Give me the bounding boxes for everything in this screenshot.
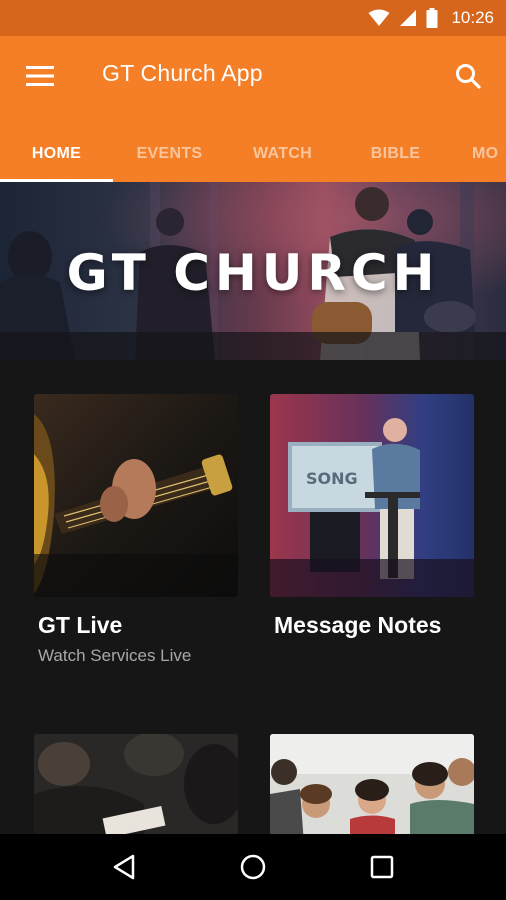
card-message-notes[interactable]: SONG Message Notes: [270, 394, 480, 694]
search-icon: [456, 64, 481, 89]
tab-bible[interactable]: BIBLE: [339, 126, 452, 182]
tab-home[interactable]: HOME: [0, 126, 113, 182]
card-image: [34, 394, 238, 597]
hero-banner[interactable]: GT CHURCH: [0, 182, 506, 360]
card-image: [270, 734, 474, 834]
back-icon: [114, 854, 135, 880]
guitar-photo: [34, 394, 238, 597]
cellular-icon: [400, 10, 417, 26]
congregation-notes-photo: [34, 734, 238, 834]
tab-more[interactable]: MO: [472, 126, 506, 182]
card-image: SONG: [270, 394, 474, 597]
back-button[interactable]: [94, 837, 154, 897]
card-image: [34, 734, 238, 834]
recents-button[interactable]: [352, 837, 412, 897]
card-small-group[interactable]: [270, 734, 480, 834]
search-button[interactable]: [448, 56, 488, 96]
status-bar: 10:26: [0, 0, 506, 36]
wifi-icon: [368, 9, 390, 26]
hero-title: GT CHURCH: [66, 244, 440, 302]
card-gt-live[interactable]: GT Live Watch Services Live: [34, 394, 244, 694]
hamburger-menu-icon: [26, 66, 54, 86]
home-icon: [240, 854, 266, 880]
card-subtitle: Watch Services Live: [38, 646, 192, 665]
svg-text:SONG: SONG: [306, 469, 358, 488]
card-title: Message Notes: [274, 612, 442, 638]
tab-events[interactable]: EVENTS: [113, 126, 226, 182]
status-time: 10:26: [451, 8, 494, 27]
tab-watch[interactable]: WATCH: [226, 126, 339, 182]
menu-button[interactable]: [20, 58, 60, 94]
recents-icon: [370, 855, 393, 879]
home-button[interactable]: [223, 837, 283, 897]
tab-bar: HOME EVENTS WATCH BIBLE MO: [0, 126, 506, 182]
card-congregation[interactable]: [34, 734, 244, 834]
navigation-bar: [0, 834, 506, 900]
battery-icon: [426, 8, 438, 28]
app-title: GT Church App: [102, 60, 263, 86]
app-bar: GT Church App HOME EVENTS WATCH BIBLE MO: [0, 36, 506, 182]
small-group-photo: [270, 734, 474, 834]
card-title: GT Live: [38, 612, 123, 638]
preacher-photo: SONG: [270, 394, 474, 597]
